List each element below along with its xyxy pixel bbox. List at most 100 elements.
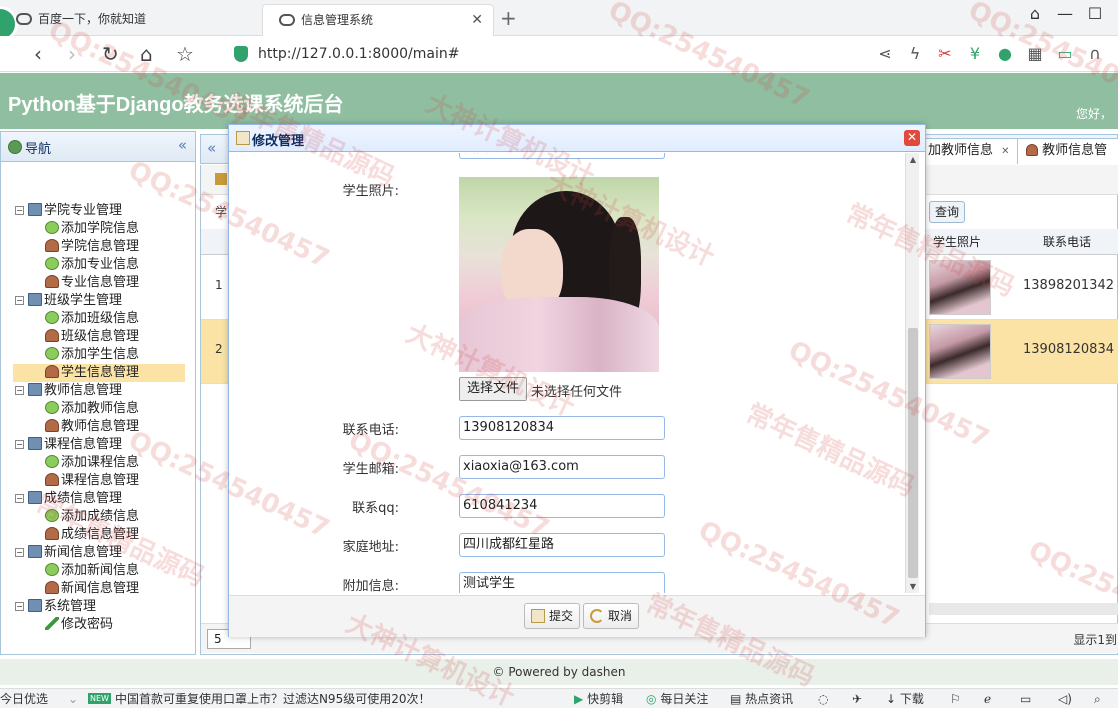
share-icon[interactable]: ⋖ [870, 44, 900, 63]
collapse-toggle-icon[interactable]: − [15, 206, 24, 215]
sidebar-item[interactable]: 课程信息管理 [45, 472, 139, 490]
choose-file-button[interactable]: 选择文件 [459, 377, 527, 401]
form-input[interactable]: xiaoxia@163.com [459, 455, 665, 479]
sidebar-item[interactable]: 教师信息管理 [45, 418, 139, 436]
skin-icon[interactable]: ⌂ [1020, 4, 1050, 23]
scissors-icon[interactable]: ✂ [930, 44, 960, 63]
sidebar-item-label: 添加班级信息 [61, 311, 140, 326]
sidebar-item[interactable]: 添加教师信息 [45, 400, 139, 418]
reload-icon[interactable]: ↻ [102, 42, 119, 66]
submit-button[interactable]: 提交 [524, 603, 581, 629]
status-item-clip[interactable]: ▶ 快剪辑 [574, 689, 623, 708]
status-item-download[interactable]: ↓ 下载 [886, 689, 924, 708]
cancel-button[interactable]: 取消 [583, 603, 640, 629]
sidebar-group[interactable]: − 成绩信息管理 [15, 490, 122, 508]
cut-off-input[interactable]: 国夷 [459, 153, 665, 159]
browser-tab-baidu[interactable]: 百度一下，你就知道 [0, 4, 262, 36]
forward-icon[interactable]: › [68, 42, 76, 66]
collapse-toggle-icon[interactable]: − [15, 548, 24, 557]
dialog-scrollbar[interactable]: ▲ ▼ [905, 153, 919, 593]
apps-grid-icon[interactable]: ▦ [1020, 44, 1050, 63]
headphones-icon[interactable]: ∩ [1080, 44, 1110, 63]
edit-icon[interactable] [215, 173, 227, 185]
sidebar-item[interactable]: 添加成绩信息 [45, 508, 139, 526]
flag-icon[interactable]: ⚐ [950, 689, 961, 708]
dialog-footer: 提交 取消 [229, 595, 925, 637]
tab-add-teacher[interactable]: 加教师信息 ✕ [919, 138, 1019, 164]
sidebar-item[interactable]: 新闻信息管理 [45, 580, 139, 598]
column-header-photo[interactable]: 学生照片 [933, 233, 981, 250]
sidebar-item[interactable]: 添加专业信息 [45, 256, 139, 274]
tab-close-icon[interactable]: ✕ [1001, 146, 1009, 157]
form-input[interactable]: 测试学生 [459, 572, 665, 593]
dialog-title: 修改管理 [252, 134, 305, 149]
sidebar-item[interactable]: 成绩信息管理 [45, 526, 139, 544]
search-icon[interactable]: ⌕ [1094, 689, 1101, 708]
form-input[interactable]: 四川成都红星路 [459, 533, 665, 557]
collapse-sidebar-icon[interactable]: « [178, 136, 187, 154]
expand-sidebar-icon[interactable]: « [207, 139, 216, 157]
scroll-thumb[interactable] [908, 328, 918, 578]
sidebar-group[interactable]: − 系统管理 [15, 598, 96, 616]
status-left-text[interactable]: 今日优选 [0, 689, 48, 708]
scroll-up-icon[interactable]: ▲ [906, 155, 920, 164]
sidebar-item[interactable]: 添加学生信息 [45, 346, 139, 364]
collapse-toggle-icon[interactable]: − [15, 602, 24, 611]
lightning-icon[interactable]: ϟ [900, 44, 930, 63]
zoom-icon[interactable]: ▭ [1020, 689, 1031, 708]
tab-close-icon[interactable]: ✕ [471, 5, 483, 35]
sidebar-item[interactable]: 添加课程信息 [45, 454, 139, 472]
new-tab-icon[interactable]: + [500, 6, 517, 30]
sidebar-group[interactable]: − 班级学生管理 [15, 292, 122, 310]
volume-icon[interactable]: ◁) [1058, 689, 1072, 708]
add-circle-icon [45, 311, 59, 324]
sidebar-item[interactable]: 修改密码 [45, 616, 113, 634]
browser-icon[interactable]: ◌ [818, 689, 828, 708]
close-icon[interactable]: ✕ [904, 130, 920, 146]
tab-label: 教师信息管 [1042, 143, 1108, 158]
url-field[interactable]: http://127.0.0.1:8000/main# [234, 43, 754, 65]
rocket-icon[interactable]: ✈ [852, 689, 862, 708]
collapse-toggle-icon[interactable]: − [15, 296, 24, 305]
scroll-down-icon[interactable]: ▼ [906, 582, 920, 591]
chevron-down-icon[interactable]: ⌄ [68, 689, 78, 708]
extension-icon[interactable]: ● [990, 44, 1020, 63]
sidebar-item[interactable]: 学院信息管理 [45, 238, 139, 256]
browser-tab-active[interactable]: 信息管理系统 ✕ [262, 4, 494, 36]
sidebar-item[interactable]: 学生信息管理 [13, 364, 185, 382]
sidebar-item[interactable]: 添加学院信息 [45, 220, 139, 238]
sidebar-item[interactable]: 班级信息管理 [45, 328, 139, 346]
bookmark-star-icon[interactable]: ☆ [176, 42, 194, 66]
sidebar-group[interactable]: − 新闻信息管理 [15, 544, 122, 562]
coin-icon[interactable]: ¥ [960, 44, 990, 63]
column-header-phone[interactable]: 联系电话 [1043, 233, 1091, 250]
horizontal-scrollbar[interactable] [929, 603, 1118, 615]
form-input[interactable]: 13908120834 [459, 416, 665, 440]
form-input[interactable]: 610841234 [459, 494, 665, 518]
query-button[interactable]: 查询 [929, 201, 965, 223]
sidebar-item[interactable]: 添加新闻信息 [45, 562, 139, 580]
maximize-icon[interactable]: ☐ [1080, 4, 1110, 23]
pencil-icon [45, 617, 59, 630]
minimize-icon[interactable]: — [1050, 4, 1080, 23]
news-ticker[interactable]: NEW 中国首款可重复使用口罩上市？过滤达N95级可使用20次！ [88, 689, 430, 708]
collapse-toggle-icon[interactable]: − [15, 440, 24, 449]
home-icon[interactable]: ⌂ [140, 42, 153, 66]
battery-icon[interactable]: ▭ [1050, 44, 1080, 63]
ie-icon[interactable]: ℯ [984, 689, 991, 708]
status-item-hot[interactable]: ▤ 热点资讯 [730, 689, 793, 708]
sidebar-item-label: 学院信息管理 [61, 239, 140, 254]
sidebar-group[interactable]: − 学院专业管理 [15, 202, 122, 220]
user-greeting: 您好， [1075, 107, 1112, 121]
sidebar-item[interactable]: 添加班级信息 [45, 310, 139, 328]
sidebar-group[interactable]: − 教师信息管理 [15, 382, 122, 400]
status-item-daily[interactable]: ◎ 每日关注 [646, 689, 708, 708]
back-icon[interactable]: ‹ [34, 42, 42, 66]
phone-cell: 13908120834 [1023, 342, 1114, 357]
sidebar-group[interactable]: − 课程信息管理 [15, 436, 122, 454]
collapse-toggle-icon[interactable]: − [15, 494, 24, 503]
sidebar-item[interactable]: 专业信息管理 [45, 274, 139, 292]
collapse-toggle-icon[interactable]: − [15, 386, 24, 395]
cut-off-input-value: 国夷 [464, 153, 488, 156]
tab-teacher-manage[interactable]: 教师信息管 [1017, 138, 1118, 164]
